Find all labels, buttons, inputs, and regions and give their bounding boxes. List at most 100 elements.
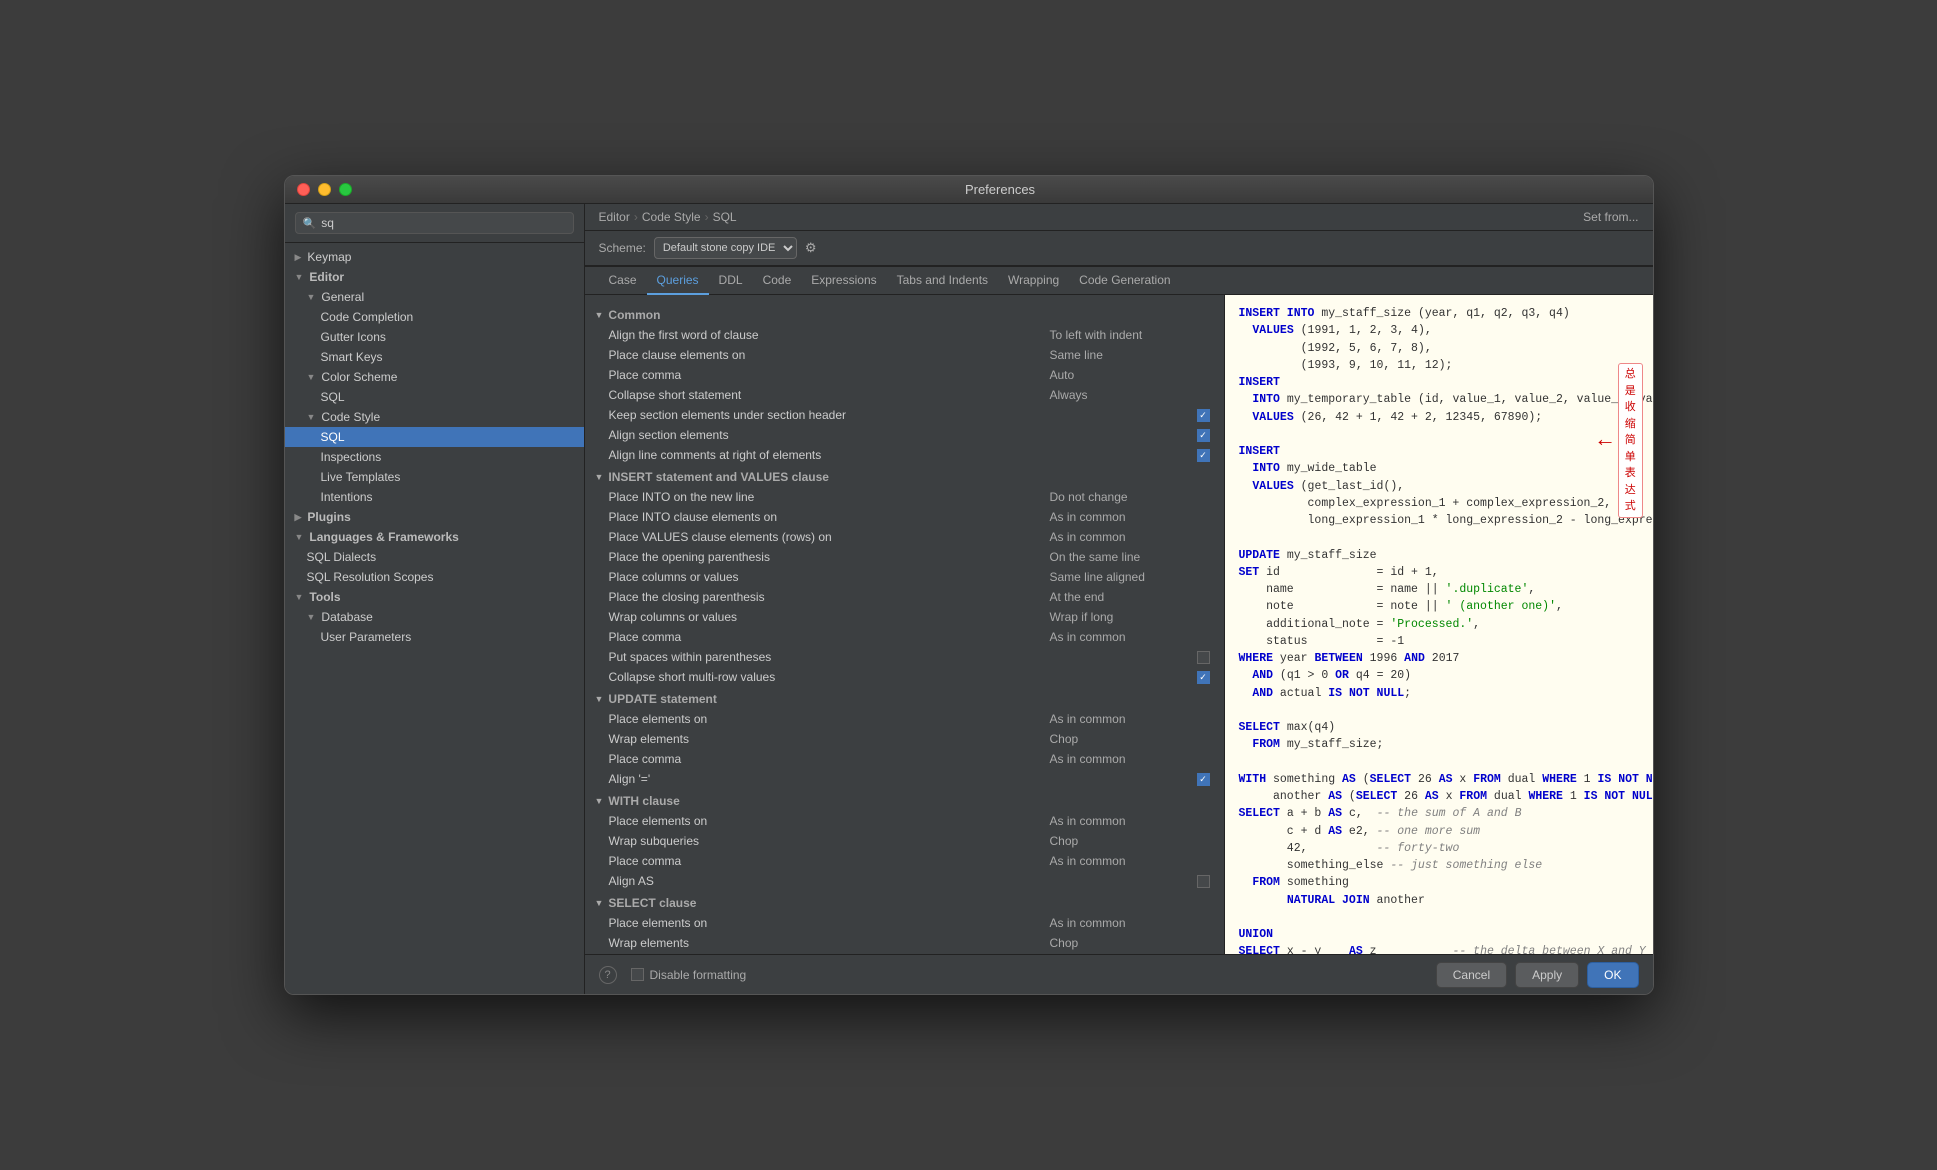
tab-case[interactable]: Case — [599, 267, 647, 295]
scheme-row: Scheme: Default stone copy IDE ⚙ — [585, 231, 1653, 266]
scheme-label: Scheme: — [599, 241, 646, 255]
tab-ddl[interactable]: DDL — [709, 267, 753, 295]
help-icon[interactable]: ? — [599, 966, 617, 984]
bottom-bar: ? Disable formatting Cancel Apply OK — [585, 954, 1653, 994]
search-input-wrap[interactable]: 🔍 — [295, 212, 574, 234]
checkbox-spaces-parens[interactable] — [1197, 651, 1210, 664]
setting-row: Place elements on As in common — [585, 913, 1224, 933]
setting-row[interactable]: Collapse short multi-row values — [585, 667, 1224, 687]
window-title: Preferences — [360, 182, 1641, 197]
setting-row[interactable]: Align section elements — [585, 425, 1224, 445]
search-bar: 🔍 — [285, 204, 584, 243]
sidebar-item-database[interactable]: ▼ Database — [285, 607, 584, 627]
breadcrumb-code-style: Code Style — [642, 210, 701, 224]
sidebar-item-plugins[interactable]: ▶ Plugins — [285, 507, 584, 527]
checkbox-keep-section[interactable] — [1197, 409, 1210, 422]
section-select-header[interactable]: ▼ SELECT clause — [585, 891, 1224, 913]
sidebar-item-keymap[interactable]: ▶ Keymap — [285, 247, 584, 267]
setting-row: Wrap elements Chop — [585, 729, 1224, 749]
section-with-header[interactable]: ▼ WITH clause — [585, 789, 1224, 811]
sidebar-item-sql[interactable]: SQL — [285, 427, 584, 447]
setting-row: Place elements on As in common — [585, 709, 1224, 729]
section-common-header[interactable]: ▼ Common — [585, 303, 1224, 325]
setting-row: Wrap subqueries Chop — [585, 831, 1224, 851]
setting-place-opening-paren: Place the opening parenthesis On the sam… — [585, 547, 1224, 567]
tab-tabs-and-indents[interactable]: Tabs and Indents — [887, 267, 998, 295]
sidebar-item-color-scheme-sql[interactable]: SQL — [285, 387, 584, 407]
setting-row: Place INTO on the new line Do not change — [585, 487, 1224, 507]
sidebar-item-lang-frameworks[interactable]: ▼ Languages & Frameworks — [285, 527, 584, 547]
checkbox-collapse-short[interactable] — [1197, 671, 1210, 684]
disable-formatting[interactable]: Disable formatting — [631, 968, 747, 982]
sidebar-item-sql-dialects[interactable]: SQL Dialects — [285, 547, 584, 567]
setting-row: Place comma As in common — [585, 627, 1224, 647]
sidebar-item-code-style[interactable]: ▼ Code Style — [285, 407, 584, 427]
search-input[interactable] — [321, 216, 565, 230]
setting-row: Wrap elements Chop — [585, 933, 1224, 953]
sidebar-item-user-parameters[interactable]: User Parameters — [285, 627, 584, 647]
checkbox-with-align-as[interactable] — [1197, 875, 1210, 888]
tab-code[interactable]: Code — [753, 267, 802, 295]
sidebar-item-intentions[interactable]: Intentions — [285, 487, 584, 507]
sidebar-item-editor[interactable]: ▼ Editor — [285, 267, 584, 287]
tab-expressions[interactable]: Expressions — [801, 267, 886, 295]
sidebar-item-general[interactable]: ▼ General — [285, 287, 584, 307]
title-bar: Preferences — [285, 176, 1653, 204]
sidebar-item-sql-resolution-scopes[interactable]: SQL Resolution Scopes — [285, 567, 584, 587]
section-insert-label: INSERT statement and VALUES clause — [608, 470, 829, 484]
setting-row: Place VALUES clause elements (rows) on A… — [585, 527, 1224, 547]
maximize-button[interactable] — [339, 183, 352, 196]
set-from-link[interactable]: Set from... — [1583, 210, 1638, 224]
setting-spaces-within-parens[interactable]: Put spaces within parentheses — [585, 647, 1224, 667]
breadcrumb: Editor › Code Style › SQL Set from... — [585, 204, 1653, 231]
code-preview: INSERT INTO my_staff_size (year, q1, q2,… — [1225, 295, 1653, 954]
tab-code-generation[interactable]: Code Generation — [1069, 267, 1180, 295]
sidebar-item-smart-keys[interactable]: Smart Keys — [285, 347, 584, 367]
setting-row: Place elements on As in common — [585, 811, 1224, 831]
apply-button[interactable]: Apply — [1515, 962, 1579, 988]
checkbox-align-eq[interactable] — [1197, 773, 1210, 786]
tabs-row: Case Queries DDL Code Expressions Tabs a… — [585, 267, 1653, 295]
preferences-window: Preferences 🔍 ▶ Keymap ▼ Editor — [284, 175, 1654, 995]
setting-row: Wrap columns or values Wrap if long — [585, 607, 1224, 627]
search-icon: 🔍 — [303, 217, 317, 230]
sidebar-item-color-scheme[interactable]: ▼ Color Scheme — [285, 367, 584, 387]
sidebar-tree: ▶ Keymap ▼ Editor ▼ General Code Complet… — [285, 243, 584, 994]
minimize-button[interactable] — [318, 183, 331, 196]
scheme-select[interactable]: Default stone copy IDE — [654, 237, 797, 259]
section-select-label: SELECT clause — [608, 896, 696, 910]
checkbox-disable-formatting[interactable] — [631, 968, 644, 981]
section-insert-header[interactable]: ▼ INSERT statement and VALUES clause — [585, 465, 1224, 487]
tab-queries[interactable]: Queries — [647, 267, 709, 295]
setting-row: Place comma As in common — [585, 851, 1224, 871]
sidebar: 🔍 ▶ Keymap ▼ Editor ▼ General — [285, 204, 585, 994]
ok-button[interactable]: OK — [1587, 962, 1638, 988]
setting-row: Place clause elements on Same line — [585, 345, 1224, 365]
gear-icon[interactable]: ⚙ — [805, 240, 817, 256]
main-content: Editor › Code Style › SQL Set from... Sc… — [585, 204, 1653, 994]
cancel-button[interactable]: Cancel — [1436, 962, 1507, 988]
sidebar-item-code-completion[interactable]: Code Completion — [285, 307, 584, 327]
tab-wrapping[interactable]: Wrapping — [998, 267, 1069, 295]
breadcrumb-editor: Editor — [599, 210, 630, 224]
settings-panel: ▼ Common Align the first word of clause … — [585, 295, 1225, 954]
section-common-label: Common — [608, 308, 660, 322]
checkbox-align-comments[interactable] — [1197, 449, 1210, 462]
sidebar-item-tools[interactable]: ▼ Tools — [285, 587, 584, 607]
sidebar-item-gutter-icons[interactable]: Gutter Icons — [285, 327, 584, 347]
breadcrumb-sql: SQL — [713, 210, 737, 224]
content-area: ▼ Common Align the first word of clause … — [585, 295, 1653, 954]
section-with-label: WITH clause — [608, 794, 679, 808]
checkbox-align-section[interactable] — [1197, 429, 1210, 442]
setting-row[interactable]: Keep section elements under section head… — [585, 405, 1224, 425]
close-button[interactable] — [297, 183, 310, 196]
setting-row: Place columns or values Same line aligne… — [585, 567, 1224, 587]
setting-row: Align the first word of clause To left w… — [585, 325, 1224, 345]
setting-row: Place comma Auto — [585, 365, 1224, 385]
setting-row[interactable]: Align AS — [585, 871, 1224, 891]
setting-row[interactable]: Align line comments at right of elements — [585, 445, 1224, 465]
sidebar-item-inspections[interactable]: Inspections — [285, 447, 584, 467]
setting-row[interactable]: Align '=' — [585, 769, 1224, 789]
sidebar-item-live-templates[interactable]: Live Templates — [285, 467, 584, 487]
section-update-header[interactable]: ▼ UPDATE statement — [585, 687, 1224, 709]
